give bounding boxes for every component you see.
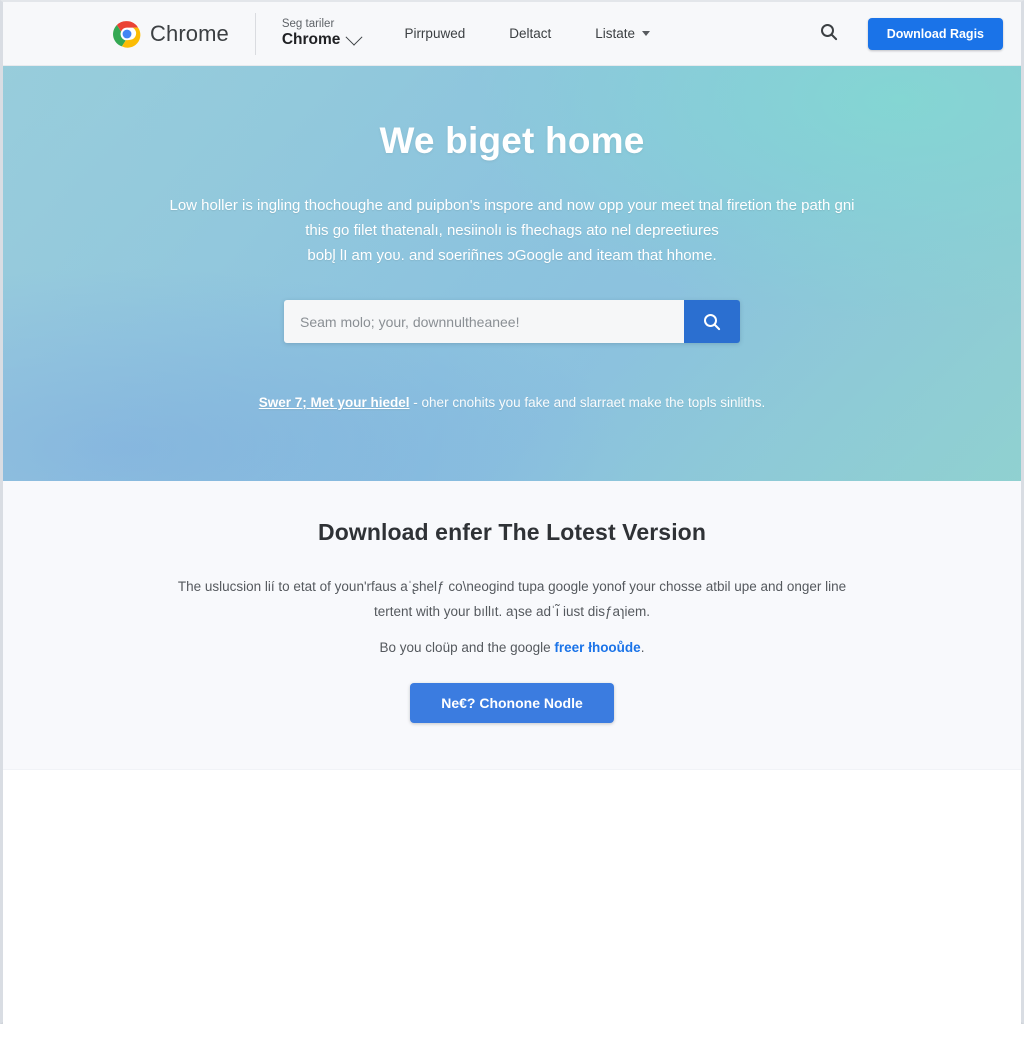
nav-item-label: Deltact (509, 26, 552, 41)
download-chrome-button[interactable]: Ne€? Chonone Nodle (410, 683, 614, 723)
hero-note: Swer 7; Met your hiedel - oher cnohits y… (259, 395, 765, 410)
search-icon[interactable] (818, 21, 844, 47)
brand-logo-link[interactable]: Chrome (113, 20, 229, 48)
download-small-line-suffix: . (640, 640, 645, 655)
nav-item-label: Pirrpuwed (404, 26, 466, 41)
primary-nav: Pirrpuwed Deltact Listate (404, 26, 817, 41)
nav-item-deltact[interactable]: Deltact (509, 26, 551, 41)
chevron-down-icon (345, 28, 363, 46)
nav-item-listate[interactable]: Listate (595, 26, 651, 41)
product-switcher-eyebrow: Seg tariler (281, 17, 335, 30)
nav-item-pirrpuwed[interactable]: Pirrpuwed (404, 26, 465, 41)
browser-page: Chrome Seg tariler Chrome Pirrpuwed Delt… (0, 0, 1024, 1060)
chrome-logo-icon (113, 20, 141, 48)
hero-title: We biget home (379, 120, 645, 161)
product-switcher-current: Chrome (281, 31, 341, 49)
search-input[interactable] (284, 300, 684, 343)
download-inline-link[interactable]: freer łhooůde (554, 640, 640, 655)
hero-subtitle-line-1: Low holler is ingling thochoughe and pui… (169, 197, 723, 214)
caret-down-icon (642, 31, 651, 36)
nav-item-label: Listate (595, 26, 636, 41)
site-header: Chrome Seg tariler Chrome Pirrpuwed Delt… (3, 2, 1021, 66)
download-section: Download enfer The Lotest Version The us… (3, 481, 1021, 770)
header-divider (254, 12, 256, 55)
brand-name: Chrome (150, 20, 229, 46)
header-download-button[interactable]: Download Ragis (867, 17, 1003, 50)
magnifier-shape (820, 23, 834, 37)
header-actions: Download Ragis (818, 17, 1003, 50)
download-small-line-prefix: Bo you cloüp and the google (379, 640, 555, 655)
hero-note-link[interactable]: Swer 7; Met your hiedel (259, 395, 410, 410)
search-icon (704, 314, 717, 327)
hero-subtitle: Low holler is ingling thochoughe and pui… (162, 193, 862, 268)
hero-subtitle-line-3: bobl̨ lI am yoυ. and soeriñnes ɔGoogle a… (307, 247, 717, 264)
download-body: The uslucsion lií to etat of youn'rfaus … (162, 574, 862, 624)
page-blank-area (3, 770, 1021, 1060)
product-switcher[interactable]: Seg tariler Chrome (281, 17, 363, 49)
hero-note-tail: - oher cnohits you fake and slarraet mak… (409, 395, 766, 410)
download-heading: Download enfer The Lotest Version (318, 519, 706, 545)
download-body-line-1: The uslucsion lií to etat of youn'rfaus … (177, 579, 784, 594)
hero-section: We biget home Low holler is ingling thoc… (3, 66, 1021, 481)
hero-search-bar (284, 300, 740, 343)
search-submit-button[interactable] (684, 300, 740, 343)
download-small-line: Bo you cloüp and the google freer łhooůd… (3, 640, 1021, 655)
